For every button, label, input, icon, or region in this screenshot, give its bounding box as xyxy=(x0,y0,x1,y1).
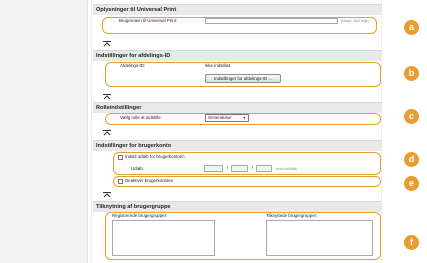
role-select-label: Vælg rolle at indstille: xyxy=(120,115,162,120)
expiry-label: Udløb: xyxy=(131,166,144,171)
department-id-section-header: Indstillinger for afdelings-ID xyxy=(93,50,382,61)
universal-print-username-input[interactable] xyxy=(205,18,338,24)
universal-print-max-hint: (Maks. 250 tegn) xyxy=(341,19,370,23)
disable-account-checkbox[interactable] xyxy=(118,179,123,184)
callout-badge-a: a xyxy=(404,20,419,35)
role-section-header: Rolleindstillinger xyxy=(93,102,382,113)
chevron-down-icon: ▼ xyxy=(242,116,246,120)
date-separator: / xyxy=(227,165,229,170)
expiry-checkbox[interactable] xyxy=(118,155,123,160)
left-panel xyxy=(0,0,88,263)
collapse-section-icon[interactable] xyxy=(103,94,111,100)
collapse-section-icon[interactable] xyxy=(103,41,111,47)
assigned-groups-label: Tilknyttede brugergrupper: xyxy=(266,213,318,218)
callout-badge-f: f xyxy=(404,235,419,250)
collapse-section-icon[interactable] xyxy=(103,192,111,198)
expiry-day-input[interactable] xyxy=(231,165,248,172)
registered-groups-label: Registrerede brugergrupper: xyxy=(112,213,168,218)
user-groups-section-header: Tilknytning af brugergruppe xyxy=(93,201,382,212)
role-select[interactable]: GeneralUser ▼ xyxy=(205,114,249,122)
department-id-settings-button[interactable]: Indstillinger for afdelings-ID ... xyxy=(205,74,281,83)
disable-account-label: Deaktiver brugerkontoen xyxy=(125,178,174,183)
expiry-year-input[interactable] xyxy=(256,165,272,172)
collapse-section-icon[interactable] xyxy=(103,130,111,136)
department-id-status: Ikke indstillet. xyxy=(205,63,232,68)
universal-print-username-label: Brugernavn til Universal Print: xyxy=(119,18,178,23)
date-separator: / xyxy=(252,165,254,170)
date-format-hint: (mm/dd/ååå) xyxy=(276,167,298,171)
callout-badge-c: c xyxy=(404,109,419,124)
role-select-value: GeneralUser xyxy=(208,115,232,120)
expiry-month-input[interactable] xyxy=(204,165,223,172)
user-account-section-header: Indstillinger for brugerkonto xyxy=(93,140,382,151)
expiry-checkbox-label: Indstil udløb for brugerkontoen xyxy=(125,154,185,159)
registered-groups-list[interactable] xyxy=(112,220,215,256)
department-id-label: Afdelings-ID: xyxy=(120,63,146,68)
callout-badge-b: b xyxy=(404,66,419,81)
callout-badge-d: d xyxy=(404,152,419,167)
universal-print-section-header: Oplysninger til Universal Print xyxy=(93,4,382,15)
assigned-groups-list[interactable] xyxy=(266,220,373,256)
callout-badge-e: e xyxy=(404,176,419,191)
